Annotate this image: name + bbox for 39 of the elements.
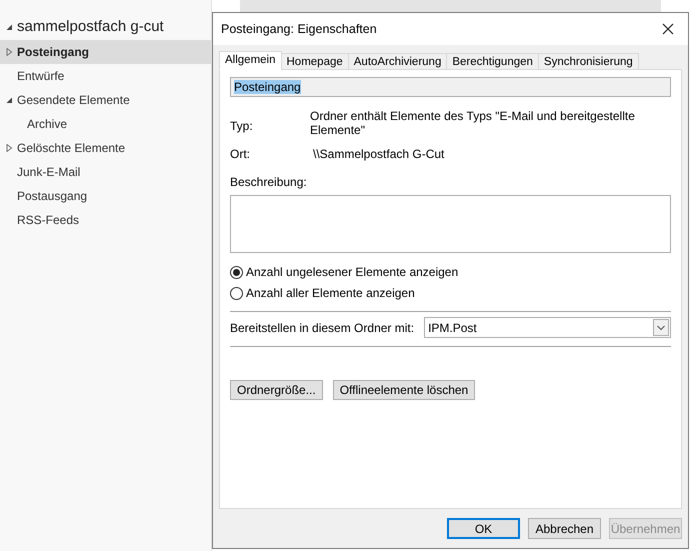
location-label: Ort: (230, 146, 251, 163)
folder-item[interactable]: Gelöschte Elemente (0, 136, 211, 160)
folder-name-text: Posteingang (234, 80, 301, 94)
folder-item[interactable]: Gesendete Elemente (0, 88, 211, 112)
location-value: \\Sammelpostfach G-Cut (313, 146, 444, 163)
action-button[interactable]: Ordnergröße... (230, 380, 323, 400)
folder-item[interactable]: Posteingang (0, 40, 211, 64)
tab[interactable]: AutoArchivierung (348, 53, 448, 70)
action-button[interactable]: Offlineelemente löschen (332, 380, 476, 400)
dialog-button[interactable]: Abbrechen (528, 518, 601, 539)
folder-name-field[interactable]: Posteingang (230, 77, 671, 97)
radio-button[interactable] (230, 266, 243, 278)
folder-item[interactable]: RSS-Feeds (0, 208, 211, 232)
radio-label[interactable]: Anzahl aller Elemente anzeigen (246, 284, 415, 302)
description-label: Beschreibung: (230, 174, 308, 191)
folder-item[interactable]: Postausgang (0, 184, 211, 208)
post-form-dropdown[interactable]: IPM.Post (424, 317, 671, 338)
tab[interactable]: Berechtigungen (446, 53, 539, 70)
tab[interactable]: Homepage (280, 53, 349, 70)
radio-label[interactable]: Anzahl ungelesener Elemente anzeigen (246, 263, 458, 281)
folder-item[interactable]: Junk-E-Mail (0, 160, 211, 184)
description-field[interactable] (230, 195, 671, 253)
folder-item[interactable]: Entwürfe (0, 64, 211, 88)
expand-arrow-icon[interactable] (6, 144, 13, 152)
type-label: Typ: (230, 118, 254, 135)
expand-arrow-icon[interactable] (6, 48, 13, 56)
post-form-label: Bereitstellen in diesem Ordner mit: (230, 320, 414, 336)
tab[interactable]: Allgemein (219, 51, 282, 70)
type-value: Ordner enthält Elemente des Typs "E-Mail und bereitgestellte Elemente" (310, 109, 636, 137)
folder-item[interactable]: Archive (0, 112, 211, 136)
dialog-title: Posteingang: Eigenschaften (221, 20, 377, 38)
collapse-arrow-icon[interactable] (6, 96, 13, 104)
close-icon[interactable] (662, 23, 674, 35)
collapse-arrow-icon[interactable] (6, 23, 13, 31)
account-name[interactable]: sammelpostfach g-cut (17, 16, 164, 38)
radio-button[interactable] (230, 286, 243, 300)
dropdown-value: IPM.Post (428, 320, 477, 336)
dialog-button[interactable]: OK (447, 518, 520, 539)
tab[interactable]: Synchronisierung (538, 53, 639, 70)
